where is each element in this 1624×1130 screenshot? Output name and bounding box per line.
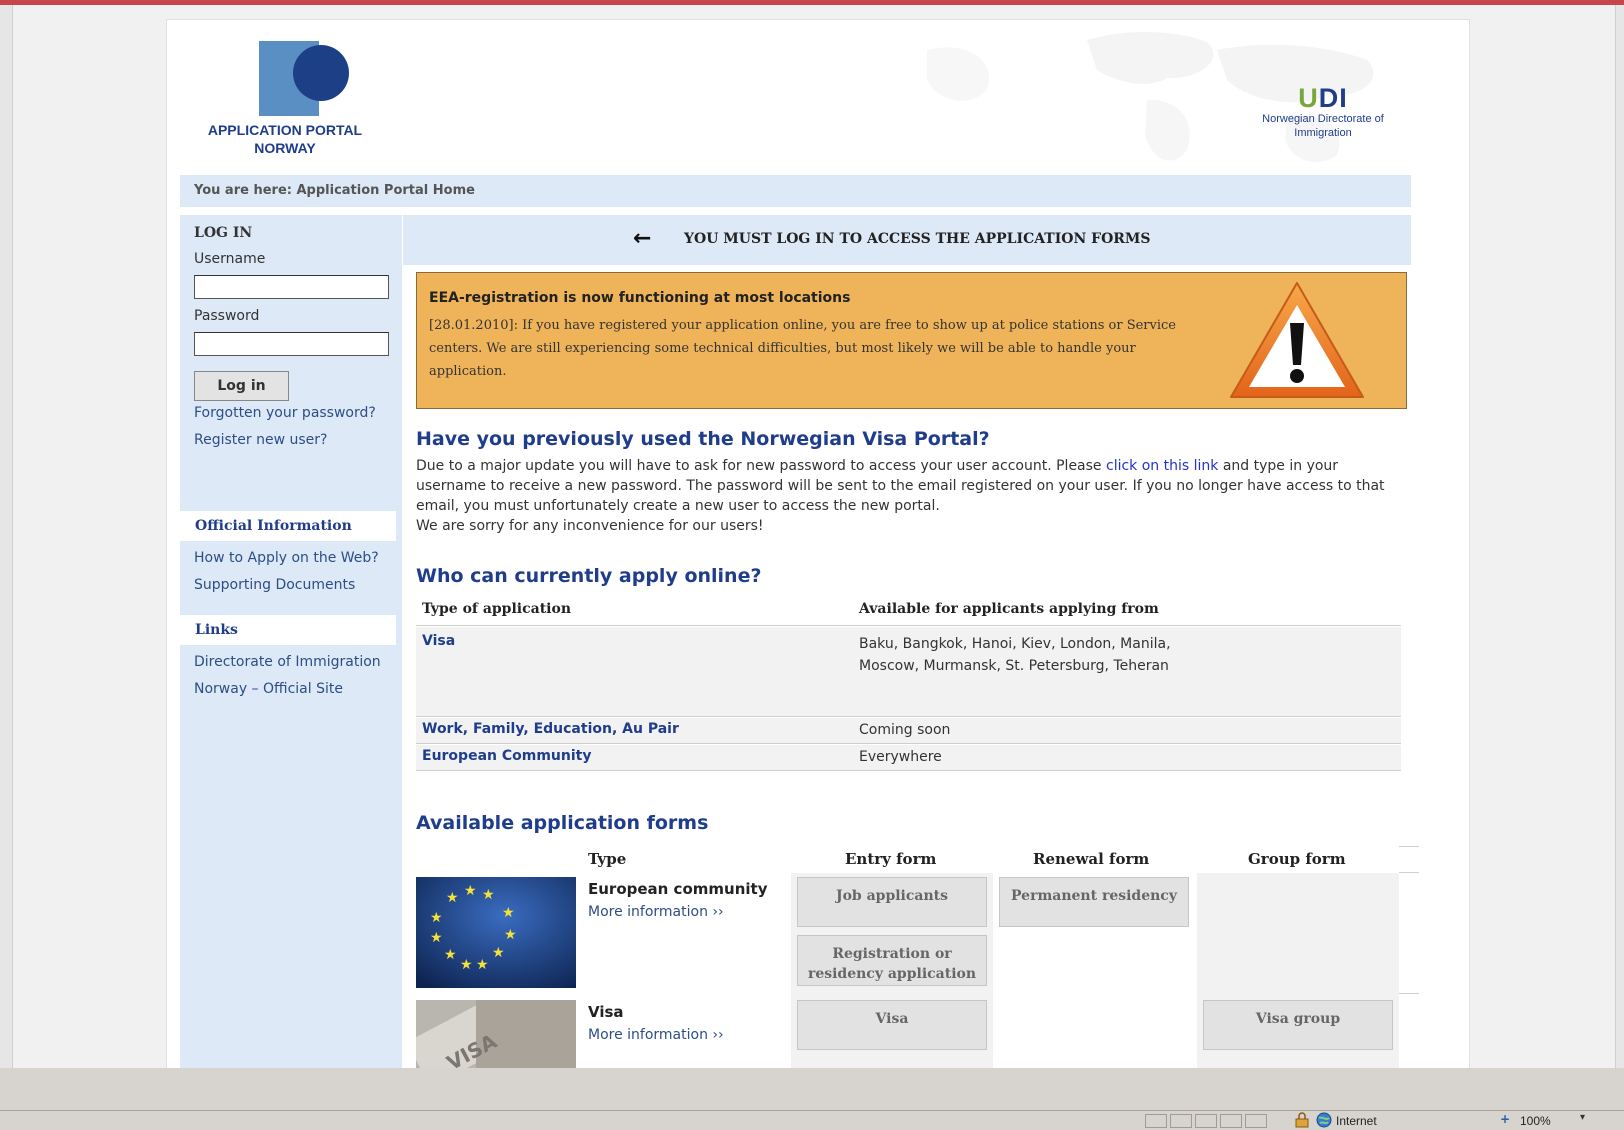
forms-column-group: Group form (1248, 850, 1346, 868)
breadcrumb-text: You are here: Application Portal Home (194, 183, 475, 198)
new-password-link[interactable]: click on this link (1106, 458, 1218, 474)
alert-body: [28.01.2010]: If you have registered you… (429, 318, 1176, 379)
more-information-link[interactable]: More information ›› (588, 904, 724, 920)
lock-icon (1295, 1112, 1309, 1128)
row-available-from: Coming soon (859, 722, 951, 738)
sidebar: LOG IN Username Password Log in Forgotte… (180, 215, 402, 1111)
visa-passport-image: VISA (416, 1000, 576, 1071)
entry-form-job-applicants-button[interactable]: Job applicants (797, 877, 987, 927)
status-cell (1220, 1114, 1242, 1128)
zoom-icon: + (1500, 1112, 1511, 1126)
who-can-apply-heading: Who can currently apply online? (416, 565, 762, 587)
udi-logo[interactable]: UDI Norwegian Directorate of Immigration (1233, 84, 1413, 140)
row-available-from: Everywhere (859, 749, 942, 765)
previous-portal-text-part1: Due to a major update you will have to a… (416, 458, 1106, 474)
form-type-european-community: European community (588, 880, 768, 898)
more-information-link[interactable]: More information ›› (588, 1027, 724, 1043)
portal-title[interactable]: APPLICATION PORTAL NORWAY (187, 121, 383, 157)
previous-portal-text: Due to a major update you will have to a… (416, 456, 1406, 536)
arrow-left-icon: ← (633, 226, 652, 251)
form-type-visa: Visa (588, 1003, 624, 1021)
entry-form-visa-button[interactable]: Visa (797, 1000, 987, 1050)
status-cell (1170, 1114, 1192, 1128)
row-available-from: Baku, Bangkok, Hanoi, Kiev, London, Mani… (859, 636, 1171, 674)
forms-column-type: Type (588, 850, 627, 868)
alert-title: EEA-registration is now functioning at m… (429, 290, 851, 306)
window-title-edge (0, 0, 1624, 5)
forgot-password-link[interactable]: Forgotten your password? (194, 405, 376, 421)
column-header-type: Type of application (422, 601, 572, 617)
status-cell (1145, 1114, 1167, 1128)
row-type-link[interactable]: European Community (422, 748, 591, 764)
svg-text:★: ★ (430, 910, 443, 926)
table-row: European Community Everywhere (416, 745, 1401, 771)
logo-circle-icon (293, 45, 349, 101)
column-header-available: Available for applicants applying from (859, 601, 1159, 617)
entry-form-registration-button[interactable]: Registration or residency application (797, 935, 987, 986)
svg-text:★: ★ (444, 947, 457, 963)
available-forms-heading: Available application forms (416, 812, 709, 834)
row-type-link[interactable]: Visa (422, 633, 455, 649)
portal-logo[interactable] (259, 41, 349, 116)
apology-text: We are sorry for any inconvenience for o… (416, 518, 764, 534)
browser-status-bar (0, 1068, 1624, 1130)
previous-portal-heading: Have you previously used the Norwegian V… (416, 428, 990, 450)
breadcrumb: You are here: Application Portal Home (180, 175, 1411, 207)
official-info-heading: Official Information (180, 511, 396, 541)
register-link[interactable]: Register new user? (194, 432, 327, 448)
page-container: APPLICATION PORTAL NORWAY UDI Norwegian … (166, 19, 1470, 1112)
eea-alert-box: EEA-registration is now functioning at m… (416, 272, 1407, 409)
divider (1399, 846, 1419, 847)
links-heading: Links (180, 615, 396, 645)
status-cell (1195, 1114, 1217, 1128)
udi-logo-u: U (1298, 83, 1319, 113)
svg-text:★: ★ (464, 883, 477, 899)
svg-text:★: ★ (460, 957, 473, 973)
security-zone-label: Internet (1336, 1114, 1377, 1128)
svg-text:★: ★ (446, 890, 459, 906)
password-label: Password (194, 308, 260, 324)
group-form-visa-group-button[interactable]: Visa group (1203, 1000, 1393, 1050)
european-union-flag-image: ★ ★ ★ ★ ★ ★ ★ ★ ★ ★ ★ (416, 877, 576, 988)
internet-globe-icon (1316, 1112, 1332, 1128)
status-cell (1245, 1114, 1267, 1128)
password-input[interactable] (194, 332, 389, 356)
table-row: Work, Family, Education, Au Pair Coming … (416, 718, 1401, 744)
who-can-apply-table-header: Type of application Available for applic… (416, 595, 1401, 626)
login-notice: ← YOU MUST LOG IN TO ACCESS THE APPLICAT… (403, 215, 1411, 265)
forms-column-entry: Entry form (845, 850, 937, 868)
udi-subtitle: Norwegian Directorate of Immigration (1262, 113, 1384, 139)
table-row: Visa Baku, Bangkok, Hanoi, Kiev, London,… (416, 627, 1401, 717)
divider (1399, 993, 1419, 994)
divider (1399, 872, 1419, 873)
renewal-form-permanent-residency-button[interactable]: Permanent residency (999, 877, 1189, 927)
zoom-dropdown-icon[interactable]: ▾ (1580, 1112, 1585, 1123)
warning-icon (1230, 282, 1364, 398)
browser-scrollbar[interactable] (1615, 5, 1624, 1110)
svg-text:★: ★ (504, 927, 517, 943)
svg-text:★: ★ (482, 887, 495, 903)
username-label: Username (194, 251, 266, 267)
zoom-level[interactable]: 100% (1520, 1114, 1551, 1128)
browser-left-border (0, 5, 13, 1110)
svg-text:★: ★ (476, 957, 489, 973)
svg-text:★: ★ (430, 930, 443, 946)
login-heading: LOG IN (194, 225, 253, 241)
sidebar-link-norway-official[interactable]: Norway – Official Site (194, 681, 343, 697)
login-notice-text: YOU MUST LOG IN TO ACCESS THE APPLICATIO… (684, 231, 1151, 247)
svg-text:★: ★ (502, 905, 515, 921)
username-input[interactable] (194, 275, 389, 299)
row-type-link[interactable]: Work, Family, Education, Au Pair (422, 721, 679, 737)
udi-logo-text: UDI (1298, 83, 1348, 113)
sidebar-link-how-to-apply[interactable]: How to Apply on the Web? (194, 550, 379, 566)
svg-text:★: ★ (492, 945, 505, 961)
sidebar-link-supporting-documents[interactable]: Supporting Documents (194, 577, 355, 593)
forms-column-renewal: Renewal form (1033, 850, 1150, 868)
sidebar-link-directorate[interactable]: Directorate of Immigration (194, 654, 381, 670)
status-bar-divider (0, 1110, 1624, 1111)
login-button[interactable]: Log in (194, 371, 289, 401)
